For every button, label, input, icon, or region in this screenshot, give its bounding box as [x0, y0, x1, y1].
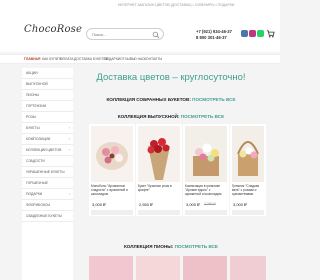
sidebar-item-label: ВЫПУСКНОЙ — [26, 82, 48, 86]
sidebar-item-flower-collections[interactable]: КОЛЛЕКЦИИ ЦВЕТОВ › — [22, 145, 73, 156]
sidebar-item-label: ГОРТЕНЗИИ — [26, 104, 47, 108]
nav-item-home[interactable]: ГЛАВНАЯ — [24, 57, 40, 61]
add-to-cart-button[interactable] — [138, 210, 180, 215]
vk-icon[interactable] — [241, 30, 248, 37]
nav-item-reviews[interactable]: ОТЗЫВЫ — [120, 57, 135, 61]
sidebar-item-label: КОЛЛЕКЦИИ ЦВЕТОВ — [26, 148, 62, 152]
product-old-price: 2,350 ₽ — [204, 202, 216, 206]
product-image[interactable] — [230, 256, 266, 280]
header: ИНТЕРНЕТ-МАГАЗИН ЦВЕТОВ (ДОСТАВКА) • СУВ… — [0, 0, 280, 52]
product-image[interactable] — [91, 126, 133, 182]
product-image[interactable] — [232, 126, 264, 182]
sidebar-item-label: ГОРШЕЧНЫЕ — [26, 181, 48, 185]
product-card[interactable]: Моноботы "Ароматные сладости" с ароматно… — [89, 124, 135, 216]
add-to-cart-button[interactable] — [185, 210, 227, 215]
cart-icon[interactable] — [266, 29, 275, 38]
whatsapp-icon[interactable] — [257, 30, 264, 37]
product-card[interactable]: Гремлик "Сладкая вата" с розами и хризан… — [230, 124, 266, 216]
sidebar-item-decorated-bouquets[interactable]: УКРАШЕННЫЕ БУКЕТЫ — [22, 167, 73, 178]
sidebar-item-label: КОМПОЗИЦИИ — [26, 137, 51, 141]
sidebar-item-graduation[interactable]: ВЫПУСКНОЙ — [22, 79, 73, 90]
search-icon[interactable] — [152, 31, 160, 39]
sidebar-item-label: БУКЕТЫ — [26, 126, 40, 130]
sidebar-item-bouquets[interactable]: БУКЕТЫ › — [22, 123, 73, 134]
view-all-link[interactable]: ПОСМОТРЕТЬ ВСЕ — [175, 244, 218, 249]
nav-item-gifts[interactable]: ПОДАРКИ — [104, 57, 120, 61]
collection-heading-peonies: КОЛЛЕКЦИЯ ПИОНЫ: ПОСМОТРЕТЬ ВСЕ — [76, 244, 266, 249]
sidebar-item-label: СВАДЕБНЫЕ БУКЕТЫ — [26, 214, 63, 218]
search-box — [86, 28, 164, 40]
phone-secondary[interactable]: 8 800 301-46-37 — [196, 35, 232, 41]
add-to-cart-button[interactable] — [232, 210, 264, 215]
sidebar-item-roses[interactable]: РОЗЫ — [22, 112, 73, 123]
sidebar-item-label: ПОДАРКИ — [26, 192, 43, 196]
chevron-right-icon: › — [68, 147, 70, 152]
sidebar-item-potted[interactable]: ГОРШЕЧНЫЕ — [22, 178, 73, 189]
product-image[interactable] — [183, 256, 227, 280]
peony-products-row — [76, 256, 266, 280]
product-card[interactable]: Композиция в гремлике "Аромат вдоль" с а… — [183, 124, 229, 216]
sidebar-item-compositions[interactable]: КОМПОЗИЦИИ › — [22, 134, 73, 145]
product-name[interactable]: Букет "Красные розы в крафте" — [138, 184, 180, 198]
product-image[interactable] — [89, 256, 133, 280]
view-all-link[interactable]: ПОСМОТРЕТЬ ВСЕ — [192, 97, 235, 102]
view-all-link[interactable]: ПОСМОТРЕТЬ ВСЕ — [181, 114, 224, 119]
shop-tagline: ИНТЕРНЕТ-МАГАЗИН ЦВЕТОВ (ДОСТАВКА) • СУВ… — [118, 3, 235, 7]
sidebar-item-floriboxes[interactable]: ФЛОРИБОКСЫ — [22, 200, 73, 211]
sidebar-item-label: СЛАДОСТИ — [26, 159, 45, 163]
product-image[interactable] — [138, 126, 180, 182]
nav-item-contacts[interactable]: КОНТАКТЫ — [144, 57, 162, 61]
sidebar-item-peonies[interactable]: ПИОНЫ — [22, 90, 73, 101]
collection-heading-graduation: КОЛЛЕКЦИЯ ВЫПУСКНОЙ: ПОСМОТРЕТЬ ВСЕ — [76, 114, 266, 119]
collection-title: КОЛЛЕКЦИЯ ВЫПУСКНОЙ: — [117, 114, 180, 119]
search-input[interactable] — [92, 30, 152, 39]
product-price: 3,000 ₽ — [233, 202, 247, 207]
page-title: Доставка цветов – круглосуточно! — [96, 72, 246, 83]
sidebar-item-sweets[interactable]: СЛАДОСТИ — [22, 156, 73, 167]
sidebar-item-label: ФЛОРИБОКСЫ — [26, 203, 51, 207]
product-card[interactable]: Букет "Красные розы в крафте" 2,550 ₽ — [136, 124, 182, 216]
collection-title: КОЛЛЕКЦИЯ СОБРАННЫХ БУКЕТОВ: — [106, 97, 191, 102]
phone-block: +7 (921) 934-46-37 8 800 301-46-37 — [196, 29, 232, 41]
main-content: Доставка цветов – круглосуточно! КОЛЛЕКЦ… — [76, 64, 266, 280]
sidebar-item-sales[interactable]: АКЦИИ — [22, 68, 73, 79]
sidebar-item-label: АКЦИИ — [26, 71, 38, 75]
product-price: 2,550 ₽ — [139, 202, 153, 207]
sidebar-item-label: РОЗЫ — [26, 115, 36, 119]
sidebar-item-wedding[interactable]: СВАДЕБНЫЕ БУКЕТЫ — [22, 211, 73, 222]
nav-item-payment[interactable]: ОПЛАТА — [60, 57, 74, 61]
collection-heading-assembled: КОЛЛЕКЦИЯ СОБРАННЫХ БУКЕТОВ: ПОСМОТРЕТЬ … — [76, 97, 266, 102]
sidebar-item-hydrangeas[interactable]: ГОРТЕНЗИИ — [22, 101, 73, 112]
product-name[interactable]: Моноботы "Ароматные сладости" с ароматно… — [91, 184, 133, 198]
category-sidebar: АКЦИИ ВЫПУСКНОЙ ПИОНЫ ГОРТЕНЗИИ РОЗЫ БУК… — [22, 68, 73, 280]
sidebar-item-label: УКРАШЕННЫЕ БУКЕТЫ — [26, 170, 65, 174]
product-price: 3,000 ₽ — [186, 202, 200, 207]
sidebar-item-gifts[interactable]: ПОДАРКИ › — [22, 189, 73, 200]
chevron-right-icon: › — [68, 136, 70, 141]
chevron-right-icon: › — [68, 191, 70, 196]
instagram-icon[interactable] — [249, 30, 256, 37]
product-price: 3,000 ₽ — [92, 202, 106, 207]
product-image[interactable] — [185, 126, 227, 182]
product-name[interactable]: Композиция в гремлике "Аромат вдоль" с а… — [185, 184, 227, 198]
product-image[interactable] — [136, 256, 180, 280]
main-nav: ГЛАВНАЯ КАК КУПИТЬ ОПЛАТА ДОСТАВКА БУКЕТ… — [0, 54, 280, 64]
add-to-cart-button[interactable] — [91, 210, 133, 215]
chevron-right-icon: › — [68, 125, 70, 130]
product-name[interactable]: Гремлик "Сладкая вата" с розами и хризан… — [232, 184, 264, 198]
site-logo[interactable]: ChocoRose — [24, 24, 82, 35]
sidebar-item-label: ПИОНЫ — [26, 93, 39, 97]
collection-title: КОЛЛЕКЦИЯ ПИОНЫ: — [124, 244, 174, 249]
